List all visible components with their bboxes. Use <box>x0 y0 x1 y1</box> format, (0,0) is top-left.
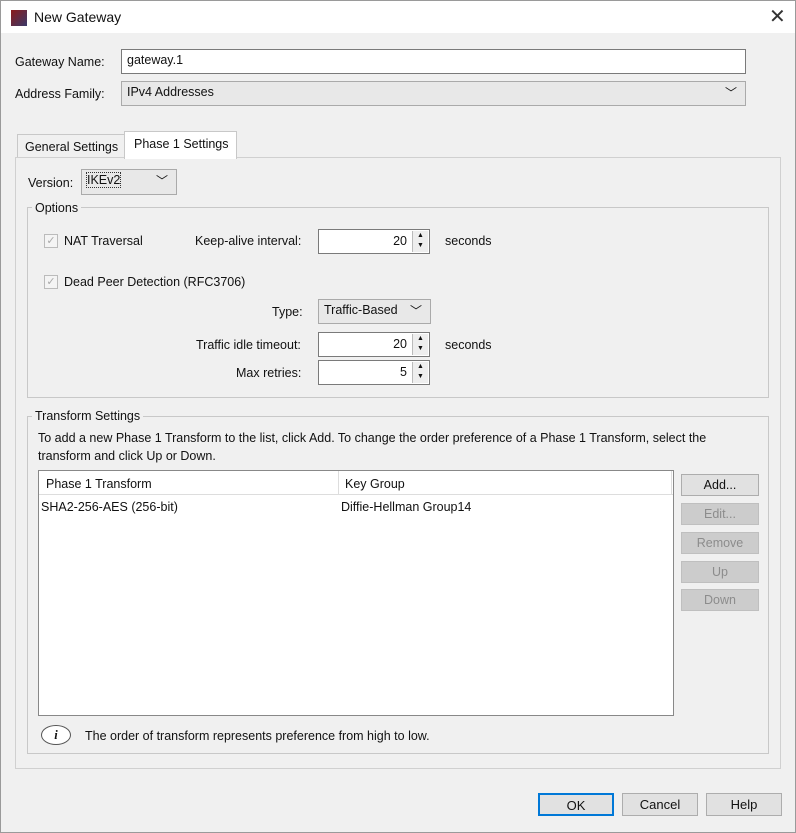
options-title: Options <box>32 201 82 215</box>
up-button[interactable]: Up <box>681 561 759 583</box>
version-value: IKEv2 <box>85 172 122 188</box>
keepalive-value: 20 <box>393 234 407 248</box>
column-divider <box>338 471 339 495</box>
app-icon <box>11 10 27 26</box>
max-retries-label: Max retries: <box>236 366 302 380</box>
spinner-arrows-icon[interactable]: ▲ ▼ <box>412 362 428 383</box>
column-header-key-group[interactable]: Key Group <box>345 477 405 491</box>
nat-traversal-checkbox[interactable]: ✓ <box>44 234 58 248</box>
tab-phase1-settings[interactable]: Phase 1 Settings <box>124 131 237 159</box>
idle-timeout-unit: seconds <box>445 338 492 352</box>
help-button[interactable]: Help <box>706 793 782 816</box>
dpd-checkbox[interactable]: ✓ <box>44 275 58 289</box>
version-label: Version: <box>28 176 74 190</box>
keepalive-label: Keep-alive interval: <box>195 234 302 248</box>
transform-table: Phase 1 Transform Key Group SHA2-256-AES… <box>38 470 674 716</box>
idle-timeout-label: Traffic idle timeout: <box>196 338 301 352</box>
type-label: Type: <box>272 305 303 319</box>
add-button[interactable]: Add... <box>681 474 759 496</box>
info-icon: i <box>41 725 71 745</box>
type-value: Traffic-Based <box>324 303 398 317</box>
remove-button[interactable]: Remove <box>681 532 759 554</box>
transform-instructions: To add a new Phase 1 Transform to the li… <box>38 431 707 463</box>
close-icon[interactable]: ✕ <box>769 4 786 29</box>
down-button[interactable]: Down <box>681 589 759 611</box>
column-divider <box>671 471 672 495</box>
table-header: Phase 1 Transform Key Group <box>39 471 673 495</box>
tab-general-settings[interactable]: General Settings <box>17 134 125 158</box>
type-select[interactable]: Traffic-Based ﹀ <box>318 299 431 324</box>
max-retries-value: 5 <box>400 365 407 379</box>
max-retries-spinner[interactable]: 5 ▲ ▼ <box>318 360 430 385</box>
title-bar: New Gateway ✕ <box>1 1 795 33</box>
spinner-arrows-icon[interactable]: ▲ ▼ <box>412 334 428 355</box>
transform-title: Transform Settings <box>32 409 144 423</box>
dpd-label: Dead Peer Detection (RFC3706) <box>64 275 246 289</box>
tab-label: General Settings <box>25 140 119 154</box>
address-family-select[interactable]: IPv4 Addresses ﹀ <box>121 81 746 106</box>
edit-button[interactable]: Edit... <box>681 503 759 525</box>
gateway-name-input[interactable]: gateway.1 <box>121 49 746 74</box>
spinner-arrows-icon[interactable]: ▲ ▼ <box>412 231 428 252</box>
gateway-name-label: Gateway Name: <box>15 55 105 69</box>
transform-note: The order of transform represents prefer… <box>85 729 430 743</box>
address-family-value: IPv4 Addresses <box>127 85 214 99</box>
chevron-down-icon: ﹀ <box>155 174 168 188</box>
tab-label: Phase 1 Settings <box>134 137 229 151</box>
nat-traversal-label: NAT Traversal <box>64 234 143 248</box>
cell-transform: SHA2-256-AES (256-bit) <box>41 500 178 514</box>
keepalive-unit: seconds <box>445 234 492 248</box>
table-row[interactable]: SHA2-256-AES (256-bit) Diffie-Hellman Gr… <box>39 497 673 517</box>
chevron-down-icon: ﹀ <box>724 86 737 100</box>
address-family-label: Address Family: <box>15 87 105 101</box>
cell-key-group: Diffie-Hellman Group14 <box>341 500 472 514</box>
keepalive-spinner[interactable]: 20 ▲ ▼ <box>318 229 430 254</box>
idle-timeout-value: 20 <box>393 337 407 351</box>
column-header-transform[interactable]: Phase 1 Transform <box>46 477 152 491</box>
version-select[interactable]: IKEv2 ﹀ <box>81 169 177 195</box>
window-title: New Gateway <box>34 9 122 25</box>
chevron-down-icon: ﹀ <box>409 304 422 318</box>
idle-timeout-spinner[interactable]: 20 ▲ ▼ <box>318 332 430 357</box>
cancel-button[interactable]: Cancel <box>622 793 698 816</box>
ok-button[interactable]: OK <box>538 793 614 816</box>
